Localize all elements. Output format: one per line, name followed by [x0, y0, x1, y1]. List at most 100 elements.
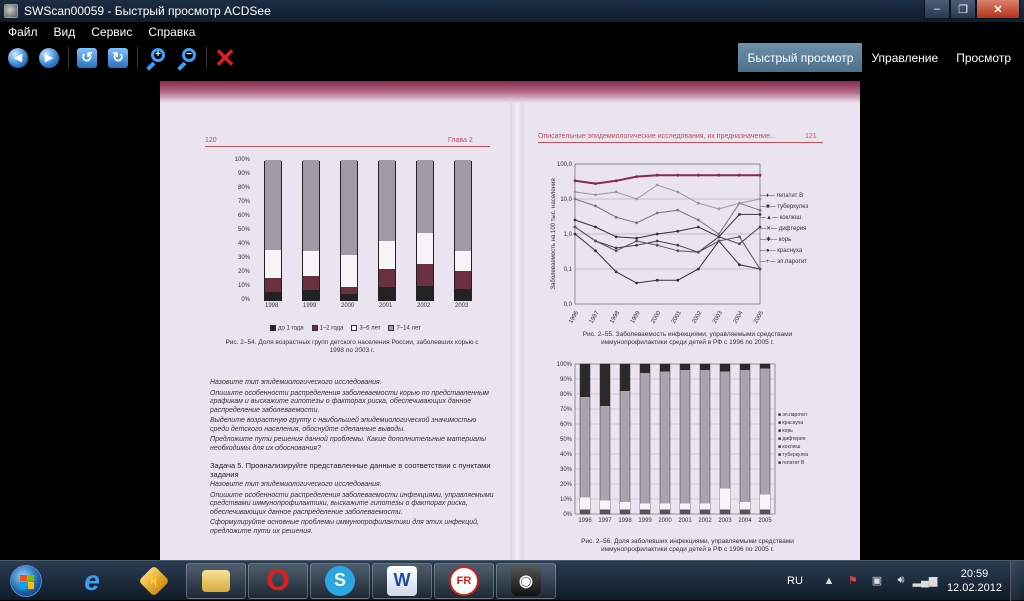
taskbar-explorer[interactable] — [186, 562, 246, 599]
series-point — [614, 246, 618, 250]
close-button[interactable]: ✕ — [976, 0, 1020, 19]
x-tick-label: 1997 — [598, 518, 612, 524]
bar-segment — [417, 232, 433, 264]
rotate-right-icon: ↻ — [108, 47, 128, 68]
series-point — [635, 175, 639, 178]
bar-segment — [455, 160, 471, 251]
question-item: Назовите тип эпидемиологического исследо… — [210, 379, 382, 386]
series-point — [614, 235, 618, 239]
series-point — [738, 263, 741, 267]
taskbar-word[interactable]: W — [372, 562, 432, 599]
show-hidden-icons-icon[interactable]: ▲ — [820, 573, 838, 589]
menu-view[interactable]: Вид — [46, 25, 84, 39]
y-tick-label: 60% — [237, 213, 250, 219]
x-tick-label: 2001 — [678, 518, 692, 524]
menu-file[interactable]: Файл — [0, 25, 46, 39]
series-point — [594, 249, 597, 253]
taskbar-skype[interactable]: S — [310, 562, 370, 599]
y-tick-label: 90% — [237, 171, 250, 177]
network-signal-icon[interactable]: ▂▄▆ — [913, 573, 938, 589]
bar-segment — [379, 160, 395, 242]
tab-manage[interactable]: Управление — [862, 43, 947, 72]
volume-icon[interactable]: 🔊︎ — [892, 573, 910, 589]
y-tick-label: 30% — [560, 467, 573, 473]
x-tick-label: 2001 — [671, 310, 683, 325]
y-tick-label: 0,0 — [564, 302, 573, 308]
taskbar-internet-explorer[interactable]: e — [62, 563, 122, 599]
series-point — [655, 239, 659, 243]
language-indicator[interactable]: RU — [787, 575, 803, 587]
bar-segment — [700, 364, 710, 370]
maximize-button[interactable]: ❐ — [950, 0, 976, 19]
zoom-out-button[interactable]: − — [174, 45, 200, 71]
series-point — [696, 201, 700, 205]
zoom-in-button[interactable]: + — [143, 45, 169, 71]
x-tick-label: 1998 — [609, 310, 621, 325]
series-point — [717, 232, 721, 236]
taskbar-finereader[interactable]: FR — [434, 562, 494, 599]
minimize-button[interactable]: – — [924, 0, 950, 19]
series-line — [574, 174, 760, 185]
delete-x-icon: ✕ — [214, 42, 236, 73]
image-viewer[interactable]: 120 Глава 2 100% 90% 80% 70% 60% 50% 40% 30% 20%… — [0, 76, 1024, 560]
task-5-items: Назовите тип эпидемиологического исследо… — [210, 481, 495, 538]
left-page-number: 120 — [205, 137, 217, 144]
tab-view[interactable]: Просмотр — [947, 43, 1020, 72]
start-button[interactable] — [4, 563, 48, 599]
y-tick-label: 100,0 — [557, 162, 573, 168]
stacked-bar — [378, 160, 396, 301]
age-chart-legend: до 1 года 1–2 года 3–6 лет 7–14 лет — [270, 325, 421, 332]
bar-segment — [700, 503, 710, 510]
bar-segment — [640, 509, 650, 514]
taskbar-acdsee[interactable]: ◉ — [496, 562, 556, 599]
legend-item: 7–14 лет — [388, 325, 421, 332]
series-point — [594, 193, 597, 197]
x-category-label: 1999 — [303, 303, 317, 309]
series-point — [738, 201, 741, 205]
show-desktop-button[interactable] — [1010, 560, 1024, 601]
delete-button[interactable]: ✕ — [212, 45, 238, 71]
stacked-bar — [340, 160, 358, 301]
y-tick-label: 40% — [560, 452, 573, 458]
clock-date: 12.02.2012 — [946, 581, 1002, 594]
x-tick-label: 2004 — [738, 518, 752, 524]
rotate-right-button[interactable]: ↻ — [105, 45, 131, 71]
zoom-out-icon: − — [176, 47, 198, 71]
action-center-flag-icon[interactable]: ⚑ — [844, 573, 862, 589]
series-point — [635, 197, 639, 201]
tab-quick-view[interactable]: Быстрый просмотр — [738, 43, 863, 72]
next-button[interactable]: ▶ — [36, 45, 62, 71]
taskbar-opera[interactable]: O — [248, 562, 308, 599]
series-point — [696, 225, 700, 229]
stacked-bar — [264, 160, 282, 301]
x-tick-label: 1997 — [589, 310, 601, 325]
legend-item: —■— туберкулез — [760, 204, 809, 210]
device-icon[interactable]: ▣ — [868, 573, 886, 589]
legend-item: ■ коклюш — [778, 444, 801, 450]
series-point — [717, 235, 721, 239]
taskbar-winamp[interactable]: ⚡ — [124, 563, 184, 599]
legend-item: —✕— дифтерия — [760, 226, 807, 232]
clock[interactable]: 20:59 12.02.2012 — [947, 567, 1002, 595]
bar-segment — [680, 503, 690, 510]
bar-segment — [640, 364, 650, 373]
legend-item: ■ краснуха — [778, 420, 804, 426]
incidence-chart-legend: —♦— гепатит В —■— туберкулез —▲— коклюш … — [760, 191, 808, 268]
bar-segment — [660, 503, 670, 510]
stacked-bar — [416, 160, 434, 301]
series-point — [635, 239, 639, 243]
menu-tools[interactable]: Сервис — [83, 25, 140, 39]
bar-segment — [600, 509, 610, 514]
series-point — [676, 173, 680, 177]
bar-segment — [720, 364, 730, 372]
stacked-bar — [659, 363, 671, 515]
figure-caption-2-56: Рис. 2–56. Доля заболевших инфекциями, у… — [581, 538, 794, 553]
legend-item: —✱— корь — [760, 237, 792, 243]
rotate-left-button[interactable]: ↺ — [74, 45, 100, 71]
task-5-title: Задача 5. Проанализируйте представленные… — [210, 461, 491, 479]
y-tick-label: 80% — [237, 185, 250, 191]
previous-button[interactable]: ◀ — [5, 45, 31, 71]
menu-help[interactable]: Справка — [140, 25, 203, 39]
system-tray: RU ▲ ⚑ ▣ 🔊︎ ▂▄▆ 20:59 12.02.2012 — [787, 560, 1024, 601]
x-category-label: 2000 — [341, 303, 355, 309]
